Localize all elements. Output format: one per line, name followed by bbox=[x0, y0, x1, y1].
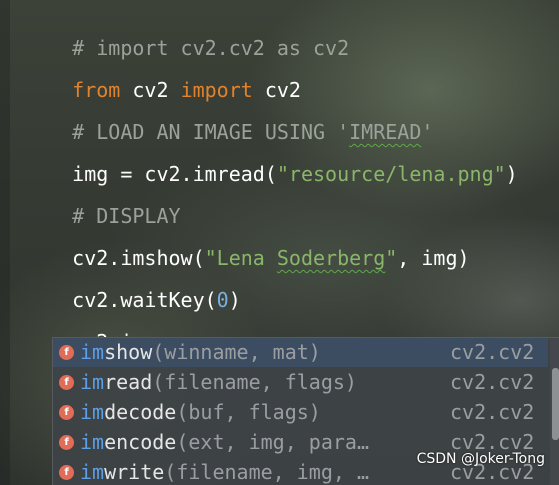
watermark-text: CSDN @Joker-Tong bbox=[416, 451, 545, 467]
completion-signature: imread(filename, flags) bbox=[80, 368, 357, 397]
spellcheck-word: Soderberg bbox=[276, 246, 386, 270]
code-line-2[interactable]: from cv2 import cv2 bbox=[24, 48, 301, 102]
code-line-5[interactable]: # DISPLAY bbox=[24, 174, 180, 228]
completion-module: cv2.cv2 bbox=[450, 370, 535, 394]
popup-scrollbar[interactable] bbox=[550, 338, 559, 485]
code-text-end: ) bbox=[228, 288, 241, 312]
completion-name: decode bbox=[104, 400, 177, 424]
code-line-3[interactable]: # LOAD AN IMAGE USING 'IMREAD' bbox=[24, 90, 433, 144]
code-text-end: , img) bbox=[397, 246, 470, 270]
code-line-7[interactable]: cv2.waitKey(0) bbox=[24, 258, 241, 312]
code-line-8-current[interactable]: cv2.im bbox=[24, 300, 144, 354]
function-icon: f bbox=[59, 345, 74, 360]
completion-name: write bbox=[104, 460, 165, 484]
string-literal-end: " bbox=[385, 246, 398, 270]
completion-name: show bbox=[104, 340, 153, 364]
completion-signature: imshow(winname, mat) bbox=[80, 338, 321, 367]
completion-module: cv2.cv2 bbox=[450, 400, 535, 424]
code-text-end: ) bbox=[505, 162, 518, 186]
completion-params: (filename, img, … bbox=[164, 460, 370, 484]
scrollbar-thumb[interactable] bbox=[552, 368, 559, 440]
completion-match: im bbox=[80, 370, 105, 394]
completion-name: encode bbox=[104, 430, 177, 454]
function-icon: f bbox=[59, 375, 74, 390]
code-editor[interactable]: # import cv2.cv2 as cv2 from cv2 import … bbox=[0, 0, 559, 485]
completion-params: (winname, mat) bbox=[152, 340, 321, 364]
string-literal: "resource/lena.png" bbox=[276, 162, 506, 186]
function-icon: f bbox=[59, 435, 74, 450]
completion-signature: imdecode(buf, flags) bbox=[80, 398, 321, 427]
completion-item-imread[interactable]: f imread(filename, flags) cv2.cv2 bbox=[53, 368, 548, 397]
completion-match: im bbox=[80, 430, 105, 454]
code-line-1[interactable]: # import cv2.cv2 as cv2 bbox=[24, 6, 349, 60]
completion-params: (ext, img, para… bbox=[176, 430, 369, 454]
completion-params: (buf, flags) bbox=[176, 400, 321, 424]
completion-module: cv2.cv2 bbox=[450, 340, 535, 364]
completion-params: (filename, flags) bbox=[152, 370, 357, 394]
completion-signature: imencode(ext, img, para… bbox=[80, 428, 369, 457]
completion-item-imshow[interactable]: f imshow(winname, mat) cv2.cv2 bbox=[53, 338, 548, 367]
completion-match: im bbox=[80, 400, 105, 424]
function-icon: f bbox=[59, 465, 74, 480]
completion-match: im bbox=[80, 460, 105, 484]
code-line-4[interactable]: img = cv2.imread("resource/lena.png") bbox=[24, 132, 518, 186]
completion-name: read bbox=[104, 370, 153, 394]
completion-item-imdecode[interactable]: f imdecode(buf, flags) cv2.cv2 bbox=[53, 398, 548, 427]
number-literal: 0 bbox=[216, 288, 229, 312]
completion-signature: imwrite(filename, img, … bbox=[80, 458, 369, 485]
completion-match: im bbox=[80, 340, 105, 364]
function-icon: f bbox=[59, 405, 74, 420]
editor-gutter bbox=[0, 0, 10, 485]
code-line-6[interactable]: cv2.imshow("Lena Soderberg", img) bbox=[24, 216, 469, 270]
